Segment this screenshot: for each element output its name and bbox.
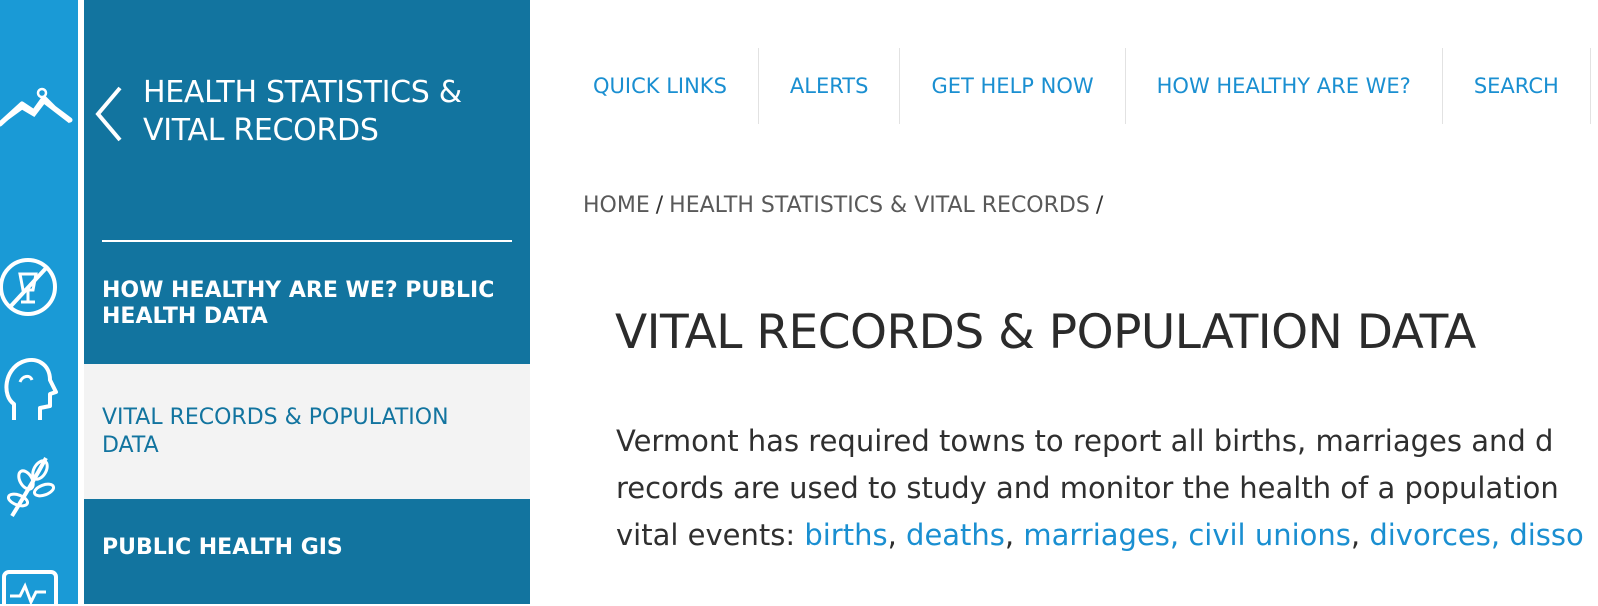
head-profile-icon[interactable] — [0, 352, 78, 424]
nav-search[interactable]: Search — [1443, 48, 1591, 124]
nav-quick-links[interactable]: Quick Links — [562, 48, 759, 124]
marriages-civil-unions-link[interactable]: marriages, civil unions — [1023, 518, 1351, 552]
comma: , — [1004, 518, 1015, 552]
breadcrumb-home[interactable]: Home — [583, 193, 650, 218]
breadcrumb: Home / Health Statistics & Vital Records / — [583, 193, 1109, 218]
sidebar-item-label: Vital Records & Population Data — [102, 405, 449, 458]
breadcrumb-section[interactable]: Health Statistics & Vital Records — [669, 193, 1090, 218]
comma: , — [887, 518, 897, 552]
plant-icon[interactable] — [0, 450, 78, 520]
sidebar-item-vital-records[interactable]: Vital Records & Population Data — [84, 364, 530, 499]
breadcrumb-separator: / — [1095, 193, 1104, 218]
page-title: Vital Records & Population Data — [615, 305, 1476, 360]
section-sidebar: Health Statistics & Vital Records How He… — [84, 0, 530, 604]
nav-get-help-now[interactable]: Get Help Now — [900, 48, 1126, 124]
chevron-left-icon[interactable] — [94, 86, 124, 142]
monitor-heartbeat-icon[interactable] — [0, 566, 78, 606]
paragraph-line: Vermont has required towns to report all… — [616, 424, 1554, 458]
mountain-logo-icon[interactable] — [0, 80, 78, 130]
sidebar-item-label: Public Health GIS — [102, 535, 343, 560]
top-nav: Quick Links Alerts Get Help Now How Heal… — [562, 48, 1591, 124]
no-alcohol-icon[interactable] — [0, 252, 78, 322]
paragraph-text: vital events: — [616, 518, 805, 552]
sidebar-item-public-health-gis[interactable]: Public Health GIS — [84, 499, 530, 604]
divorces-dissolutions-link[interactable]: divorces, disso — [1369, 518, 1583, 552]
paragraph-line: records are used to study and monitor th… — [616, 471, 1559, 505]
sidebar-divider — [102, 240, 512, 242]
nav-how-healthy-are-we[interactable]: How Healthy Are We? — [1126, 48, 1443, 124]
breadcrumb-separator: / — [655, 193, 664, 218]
sidebar-item-label: How Healthy Are We? Public Health Data — [102, 278, 495, 329]
sidebar-item-how-healthy-are-we[interactable]: How Healthy Are We? Public Health Data — [84, 268, 530, 364]
deaths-link[interactable]: deaths — [906, 518, 1005, 552]
icon-rail — [0, 0, 78, 606]
births-link[interactable]: births — [804, 518, 887, 552]
sidebar-title[interactable]: Health Statistics & Vital Records — [143, 74, 503, 150]
paragraph-line: vital events: births, deaths, marriages,… — [616, 512, 1598, 559]
nav-alerts[interactable]: Alerts — [759, 48, 901, 124]
intro-paragraph: Vermont has required towns to report all… — [616, 418, 1598, 559]
comma: , — [1350, 518, 1361, 552]
